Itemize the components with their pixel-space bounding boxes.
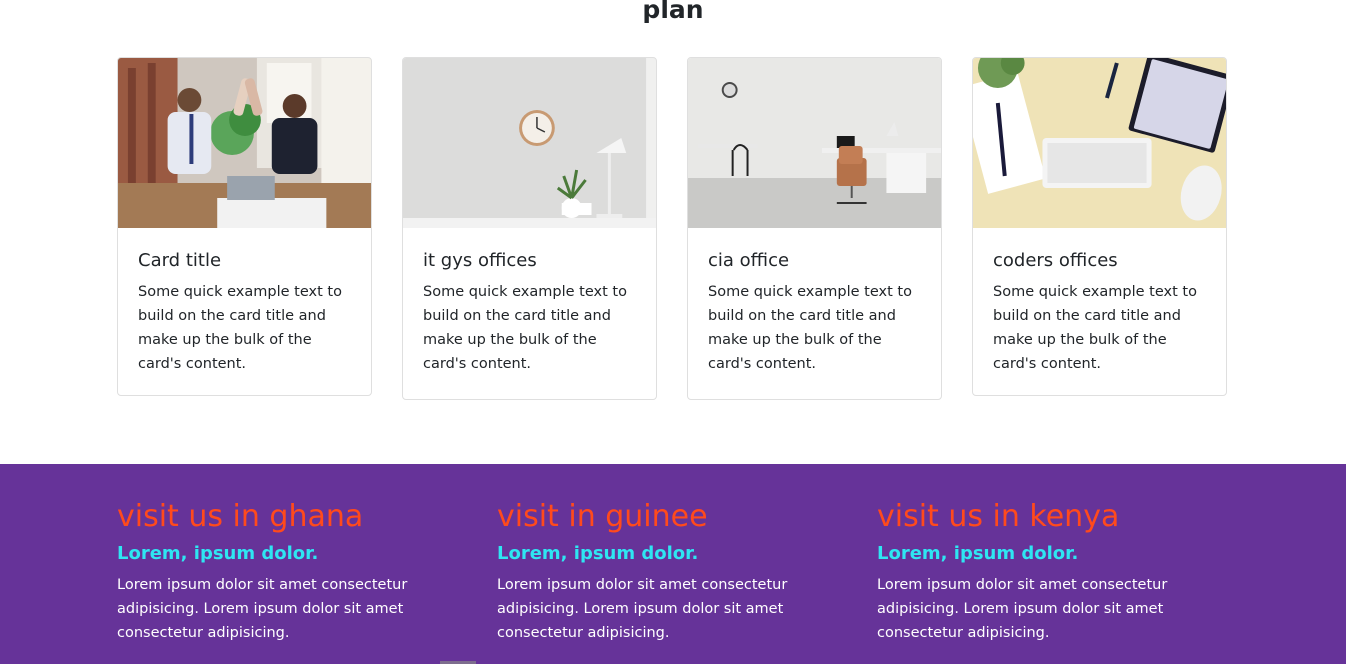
footer-text: Lorem ipsum dolor sit amet consectetur a… <box>497 577 788 641</box>
footer-column-guinee: visit in guinee Lorem, ipsum dolor. Lore… <box>497 497 817 645</box>
footer-subheading: Lorem, ipsum dolor. <box>117 543 319 564</box>
card-title: coders offices <box>993 250 1118 271</box>
card-image-office-meeting <box>118 58 371 228</box>
card: cia office Some quick example text to bu… <box>687 57 942 400</box>
card: coders offices Some quick example text t… <box>972 57 1227 396</box>
card-image-keyboard-desk <box>973 58 1226 228</box>
card: Card title Some quick example text to bu… <box>117 57 372 396</box>
card-title: cia office <box>708 250 790 271</box>
section-heading: plan <box>642 0 704 24</box>
card-image-wall-clock <box>403 58 656 228</box>
card: it gys offices Some quick example text t… <box>402 57 657 400</box>
card-text: Some quick example text to build on the … <box>138 284 342 372</box>
card-text: Some quick example text to build on the … <box>993 284 1197 372</box>
page: plan Card title Some quick example text … <box>0 0 1346 664</box>
card-title: it gys offices <box>423 250 537 271</box>
footer-column-ghana: visit us in ghana Lorem, ipsum dolor. Lo… <box>117 497 437 645</box>
footer-heading: visit us in kenya <box>877 499 1120 534</box>
footer-subheading: Lorem, ipsum dolor. <box>497 543 699 564</box>
footer: visit us in ghana Lorem, ipsum dolor. Lo… <box>0 464 1346 664</box>
card-image-office-room <box>688 58 941 228</box>
footer-text: Lorem ipsum dolor sit amet consectetur a… <box>117 577 408 641</box>
footer-text: Lorem ipsum dolor sit amet consectetur a… <box>877 577 1168 641</box>
card-title: Card title <box>138 250 222 271</box>
card-text: Some quick example text to build on the … <box>708 284 912 372</box>
footer-subheading: Lorem, ipsum dolor. <box>877 543 1079 564</box>
footer-heading: visit in guinee <box>497 499 708 534</box>
footer-column-kenya: visit us in kenya Lorem, ipsum dolor. Lo… <box>877 497 1197 645</box>
footer-heading: visit us in ghana <box>117 499 364 534</box>
card-text: Some quick example text to build on the … <box>423 284 627 372</box>
card-grid: Card title Some quick example text to bu… <box>117 57 1229 417</box>
